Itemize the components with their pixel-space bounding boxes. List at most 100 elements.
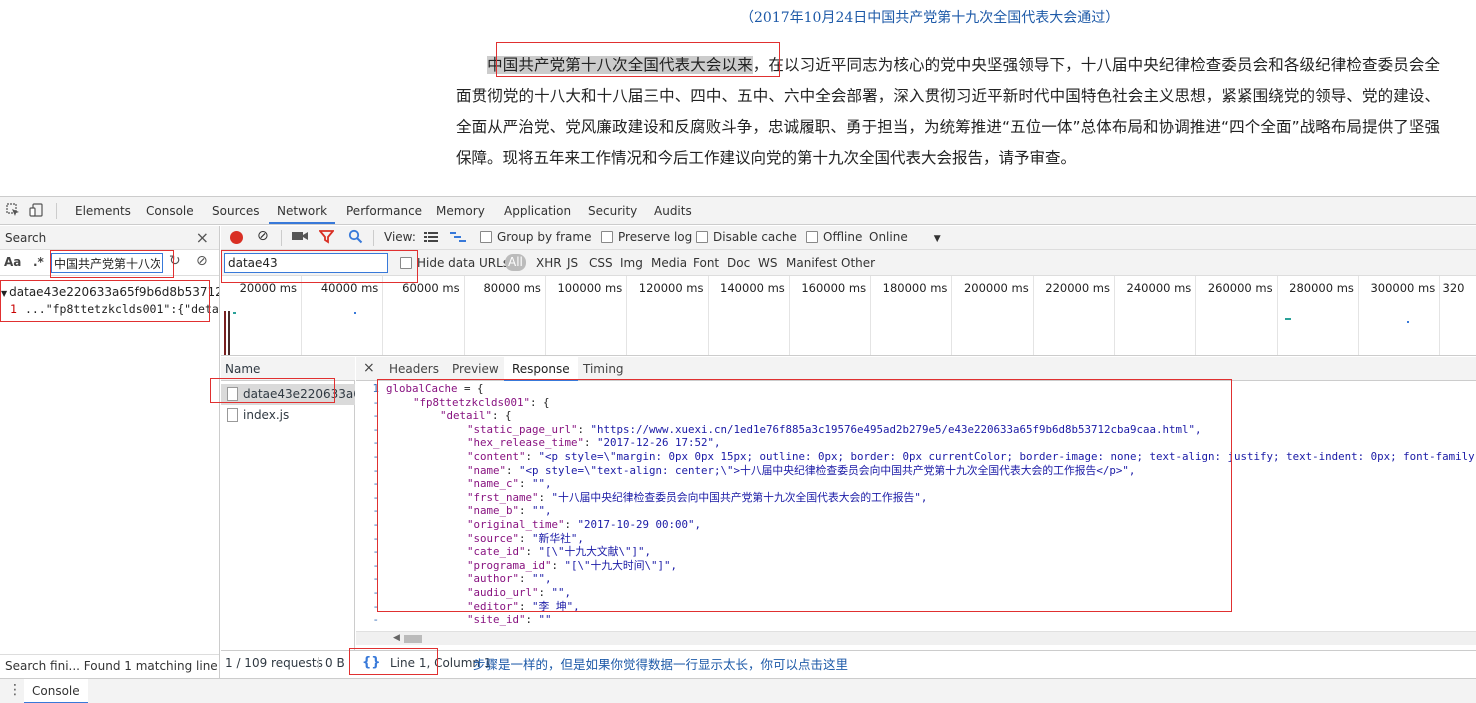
scroll-left-icon[interactable]: ◀ [393,633,400,643]
response-viewer[interactable]: 1 globalCache = {- "fp8ttetzkclds001": {- "… [356,382,1476,629]
tab-memory[interactable]: Memory [428,197,493,224]
clear-search-icon[interactable]: ⊘ [196,253,208,269]
chevron-down-icon: ▼ [933,234,941,244]
horizontal-scrollbar[interactable]: ◀ [356,631,1476,645]
hide-data-urls-checkbox[interactable]: Hide data URLs [400,256,509,270]
code-line: - "fp8ttetzkclds001": { [356,396,1476,410]
filter-input[interactable] [224,253,388,273]
tab-response[interactable]: Response [504,357,578,381]
network-overview-timeline[interactable]: 20000 ms 40000 ms 60000 ms 80000 ms 100000 m… [221,276,1476,356]
throttling-select[interactable]: Online ▼ [869,230,941,244]
file-icon [227,387,238,401]
filter-all[interactable]: All [505,254,526,271]
search-status: Search fini... Found 1 matching line i..… [0,654,219,678]
code-line: - "static_page_url": "https://www.xuexi.c… [356,423,1476,437]
search-panel-header: Search × [0,226,219,250]
record-icon[interactable] [230,231,243,244]
search-result-file[interactable]: ▼datae43e220633a65f9b6d8b53712cb... [0,285,219,301]
filter-xhr[interactable]: XHR [536,256,562,270]
clear-icon[interactable]: ⊘ [257,228,269,244]
tab-headers[interactable]: Headers [381,357,447,381]
timeline-gridline [1114,276,1115,355]
offline-checkbox[interactable]: Offline [806,230,862,244]
inspect-element-icon[interactable] [5,203,21,219]
json-value: "<p style=\"text-align: center;\">十八届中央纪… [519,463,1136,477]
tab-sources[interactable]: Sources [204,197,267,224]
json-value: { [477,382,484,395]
request-row[interactable]: datae43e220633a65f9b6d8b53712cb9caa.js [221,384,355,405]
code-line: - "original_time": "2017-10-29 00:00", [356,518,1476,532]
group-by-frame-checkbox[interactable]: Group by frame [480,230,591,244]
tab-network[interactable]: Network [269,197,336,224]
request-count: 1 / 109 requests [225,656,323,670]
filter-img[interactable]: Img [620,256,643,270]
filter-other[interactable]: Other [841,256,875,270]
network-panel: ⊘ View: Group by frame Preserve log Disa… [221,226,1476,678]
json-key: "original_time" [467,517,565,531]
timeline-tick-label: 140000 ms [720,281,785,295]
expand-triangle-icon[interactable]: ▼ [1,289,7,298]
waterfall-icon[interactable] [450,232,466,246]
code-line: - "detail": { [356,409,1476,423]
console-drawer: ⋮ Console [0,678,1476,703]
timeline-tick-label: 200000 ms [963,281,1029,295]
tab-console[interactable]: Console [138,197,202,224]
disable-cache-checkbox[interactable]: Disable cache [696,230,797,244]
json-separator: : [538,585,552,599]
match-case-toggle[interactable]: Aa [4,255,21,269]
timeline-gridline [382,276,384,355]
search-result-line[interactable]: 1..."fp8ttetzkclds001":{"detail":{"stat.… [0,302,219,318]
timeline-bar [354,312,356,314]
tab-timing[interactable]: Timing [575,357,632,381]
json-key: "audio_url" [467,585,539,599]
filter-manifest[interactable]: Manifest [786,256,837,270]
tab-application[interactable]: Application [496,197,579,224]
capture-screenshots-icon[interactable] [292,230,308,245]
json-key: "name_c" [467,477,520,491]
annotation-text: 步骤是一样的，但是如果你觉得数据一行显示太长，你可以点击这里 [473,657,849,672]
timeline-bar [1285,318,1291,320]
regex-toggle[interactable]: .* [33,255,44,269]
request-row[interactable]: index.js [221,405,355,426]
search-bar: Aa .* ↻ ⊘ [0,250,219,276]
more-options-icon[interactable]: ⋮ [8,683,22,697]
filter-font[interactable]: Font [693,256,719,270]
filter-doc[interactable]: Doc [727,256,750,270]
toolbar-divider [56,203,57,219]
filter-ws[interactable]: WS [758,256,777,270]
tab-performance[interactable]: Performance [338,197,430,224]
filter-css[interactable]: CSS [589,256,613,270]
tab-elements[interactable]: Elements [67,197,139,224]
console-drawer-tab[interactable]: Console [24,679,88,703]
refresh-icon[interactable]: ↻ [169,253,181,269]
pretty-print-button[interactable]: {} [362,652,381,674]
large-rows-icon[interactable] [424,232,438,246]
filter-media[interactable]: Media [651,256,687,270]
close-icon[interactable]: × [196,228,209,247]
json-separator: : [492,409,506,423]
filter-icon[interactable] [318,229,335,247]
toolbar-divider [281,230,282,246]
timeline-tick-label: 240000 ms [1126,281,1192,295]
name-column-header[interactable]: Name [221,357,355,381]
filter-js[interactable]: JS [567,256,578,270]
json-value: "李 坤", [532,599,580,613]
timeline-tick-label: 20000 ms [239,281,297,295]
status-divider [318,657,319,669]
scroll-thumb[interactable] [404,635,422,643]
tab-audits[interactable]: Audits [646,197,700,224]
device-toggle-icon[interactable] [29,203,45,219]
close-icon[interactable]: × [363,360,375,376]
preserve-log-checkbox[interactable]: Preserve log [601,230,692,244]
json-key: "name" [467,463,507,477]
line-gutter: - [372,572,379,586]
line-gutter: - [372,504,379,518]
code-line: - "content": "<p style=\"margin: 0px 0px … [356,450,1476,464]
search-input[interactable] [51,253,163,273]
timeline-tick-label: 280000 ms [1289,281,1354,295]
tab-preview[interactable]: Preview [444,357,507,381]
search-icon[interactable] [348,229,363,247]
json-key: "editor" [467,599,520,613]
tab-security[interactable]: Security [580,197,645,224]
json-value: "", [532,477,552,491]
